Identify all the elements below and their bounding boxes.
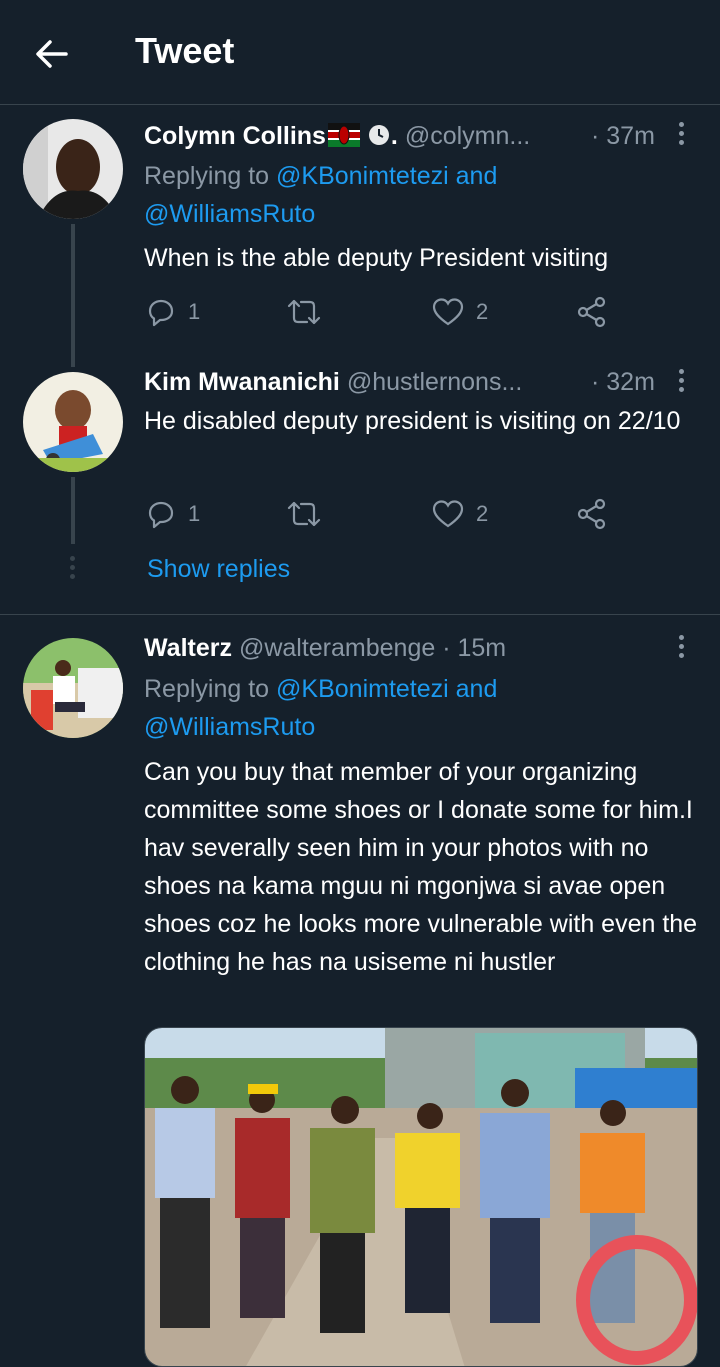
thread-connector xyxy=(71,477,75,544)
reply-button[interactable]: 1 xyxy=(146,292,200,332)
thread-connector xyxy=(71,224,75,367)
author-name[interactable]: Walterz xyxy=(144,634,232,662)
like-icon xyxy=(432,298,464,326)
author-handle[interactable]: @hustlernons... xyxy=(347,368,522,396)
avatar-walterz[interactable] xyxy=(23,638,123,738)
retweet-button[interactable] xyxy=(287,292,333,332)
divider xyxy=(0,614,720,615)
retweet-icon xyxy=(287,299,321,325)
replying-to: Replying to @KBonimtetezi and @WilliamsR… xyxy=(144,670,497,746)
share-icon xyxy=(577,296,606,328)
share-button[interactable] xyxy=(576,292,620,332)
author-handle[interactable]: @walterambenge xyxy=(239,634,435,662)
top-bar: Tweet xyxy=(0,0,720,105)
avatar-colymn[interactable] xyxy=(23,119,123,219)
timestamp[interactable]: · 32m xyxy=(591,368,655,397)
reply-mentions[interactable]: @KBonimtetezi and xyxy=(276,162,497,190)
more-icon[interactable] xyxy=(676,635,686,663)
clock-icon xyxy=(367,123,391,154)
avatar-kim[interactable] xyxy=(23,372,123,472)
reply-mention-ruto[interactable]: @WilliamsRuto xyxy=(144,200,315,228)
back-arrow-icon[interactable] xyxy=(32,34,72,74)
retweet-button[interactable] xyxy=(287,494,333,534)
like-button[interactable]: 2 xyxy=(432,494,488,534)
page-title: Tweet xyxy=(135,30,235,71)
like-count: 2 xyxy=(476,501,489,526)
author-name[interactable]: Kim Mwananichi xyxy=(144,368,340,396)
replying-prefix: Replying to xyxy=(144,675,277,703)
reply-icon xyxy=(148,299,174,327)
like-button[interactable]: 2 xyxy=(432,292,488,332)
tweet-text: Can you buy that member of your organizi… xyxy=(144,758,698,976)
show-replies-link[interactable]: Show replies xyxy=(147,555,290,584)
thread-more-dots xyxy=(70,556,76,583)
reply-count: 1 xyxy=(188,501,201,526)
tweet-text: When is the able deputy President visiti… xyxy=(144,244,609,272)
flag-icon xyxy=(327,123,360,154)
author-handle[interactable]: @colymn... xyxy=(405,122,530,150)
tweet-header: Walterz @walterambenge · 15m xyxy=(144,634,506,663)
tweet-text: He disabled deputy president is visiting… xyxy=(144,407,681,435)
replying-to: Replying to @KBonimtetezi and @WilliamsR… xyxy=(144,157,497,233)
retweet-icon xyxy=(287,501,321,527)
like-count: 2 xyxy=(476,299,489,324)
timestamp[interactable]: · 37m xyxy=(591,122,655,151)
reply-button[interactable]: 1 xyxy=(146,494,200,534)
reply-icon xyxy=(148,501,174,529)
more-icon[interactable] xyxy=(676,369,686,397)
reply-mention-ruto[interactable]: @WilliamsRuto xyxy=(144,713,315,741)
replying-prefix: Replying to xyxy=(144,162,277,190)
more-icon[interactable] xyxy=(676,122,686,150)
share-button[interactable] xyxy=(576,494,620,534)
tweet-header: Colymn Collins . @colymn... xyxy=(144,122,530,154)
badge-suffix: . xyxy=(390,122,398,150)
share-icon xyxy=(577,498,606,530)
reply-mentions[interactable]: @KBonimtetezi and xyxy=(276,675,497,703)
tweet-header: Kim Mwananichi @hustlernons... xyxy=(144,368,522,397)
timestamp[interactable]: · 15m xyxy=(442,634,506,662)
reply-count: 1 xyxy=(188,299,201,324)
tweet-photo[interactable] xyxy=(144,1027,698,1367)
like-icon xyxy=(432,500,464,528)
author-name[interactable]: Colymn Collins xyxy=(144,122,326,150)
